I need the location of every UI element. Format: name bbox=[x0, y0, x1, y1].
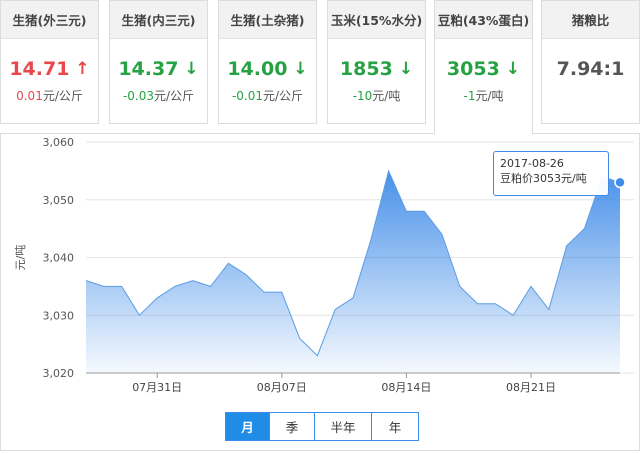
card-change: -0.01 bbox=[231, 89, 263, 103]
highlight-point bbox=[614, 176, 626, 189]
price-card-active[interactable]: 豆粕(43%蛋白) 3053 ↓ -1元/吨 bbox=[434, 0, 533, 134]
arrow-down-icon: ↓ bbox=[398, 59, 414, 79]
arrow-down-icon: ↓ bbox=[184, 59, 199, 79]
x-tick-label: 08月21日 bbox=[506, 381, 556, 394]
card-change: -10 bbox=[352, 89, 373, 103]
y-tick-label: 3,050 bbox=[43, 194, 75, 207]
x-tick-label: 07月31日 bbox=[132, 381, 182, 394]
y-tick-label: 3,020 bbox=[43, 367, 75, 380]
x-tick-label: 08月14日 bbox=[381, 381, 431, 394]
y-axis-label: 元/吨 bbox=[14, 245, 27, 271]
card-price: 14.71 bbox=[9, 58, 70, 80]
card-price: 14.00 bbox=[227, 58, 288, 80]
arrow-down-icon: ↓ bbox=[505, 59, 521, 79]
y-tick-label: 3,030 bbox=[43, 309, 75, 322]
price-card[interactable]: 生猪(外三元) 14.71 ↑ 0.01元/公斤 bbox=[0, 0, 99, 124]
card-title: 玉米(15%水分) bbox=[328, 1, 425, 39]
card-change: -0.03 bbox=[122, 89, 154, 103]
card-price: 3053 bbox=[446, 58, 500, 80]
card-title: 生猪(内三元) bbox=[110, 1, 207, 39]
tooltip-date: 2017-08-26 bbox=[500, 157, 564, 170]
period-month-button[interactable]: 月 bbox=[226, 413, 269, 440]
price-card[interactable]: 猪粮比 7.94:1 bbox=[541, 0, 640, 124]
chart-tooltip: 2017-08-26 豆粕价3053元/吨 bbox=[493, 151, 609, 196]
period-year-button[interactable]: 年 bbox=[371, 413, 418, 440]
card-unit: 元/公斤 bbox=[154, 89, 195, 103]
card-change: 0.01 bbox=[16, 89, 43, 103]
card-title: 生猪(土杂猪) bbox=[219, 1, 316, 39]
y-tick-label: 3,040 bbox=[43, 252, 75, 265]
price-card[interactable]: 生猪(土杂猪) 14.00 ↓ -0.01元/公斤 bbox=[218, 0, 317, 124]
card-price: 7.94:1 bbox=[556, 58, 625, 80]
period-quarter-button[interactable]: 季 bbox=[269, 413, 314, 440]
card-title: 猪粮比 bbox=[542, 1, 639, 39]
card-price: 14.37 bbox=[118, 58, 179, 80]
card-price: 1853 bbox=[339, 58, 393, 80]
arrow-down-icon: ↓ bbox=[293, 59, 308, 79]
price-cards: 生猪(外三元) 14.71 ↑ 0.01元/公斤 生猪(内三元) 14.37 ↓ -… bbox=[0, 0, 643, 134]
period-selector: 月 季 半年 年 bbox=[225, 412, 419, 441]
card-change: -1 bbox=[463, 89, 476, 103]
card-unit: 元/吨 bbox=[372, 89, 401, 103]
price-card[interactable]: 玉米(15%水分) 1853 ↓ -10元/吨 bbox=[327, 0, 426, 124]
tooltip-value: 豆粕价3053元/吨 bbox=[500, 172, 587, 185]
card-unit: 元/公斤 bbox=[42, 89, 83, 103]
card-unit: 元/公斤 bbox=[263, 89, 304, 103]
y-tick-label: 3,060 bbox=[43, 136, 75, 149]
period-halfyear-button[interactable]: 半年 bbox=[314, 413, 371, 440]
area-fill bbox=[86, 170, 620, 373]
card-title: 生猪(外三元) bbox=[1, 1, 98, 39]
x-tick-label: 08月07日 bbox=[257, 381, 307, 394]
price-card[interactable]: 生猪(内三元) 14.37 ↓ -0.03元/公斤 bbox=[109, 0, 208, 124]
card-unit: 元/吨 bbox=[475, 89, 504, 103]
card-title: 豆粕(43%蛋白) bbox=[435, 1, 532, 39]
arrow-up-icon: ↑ bbox=[75, 59, 90, 79]
